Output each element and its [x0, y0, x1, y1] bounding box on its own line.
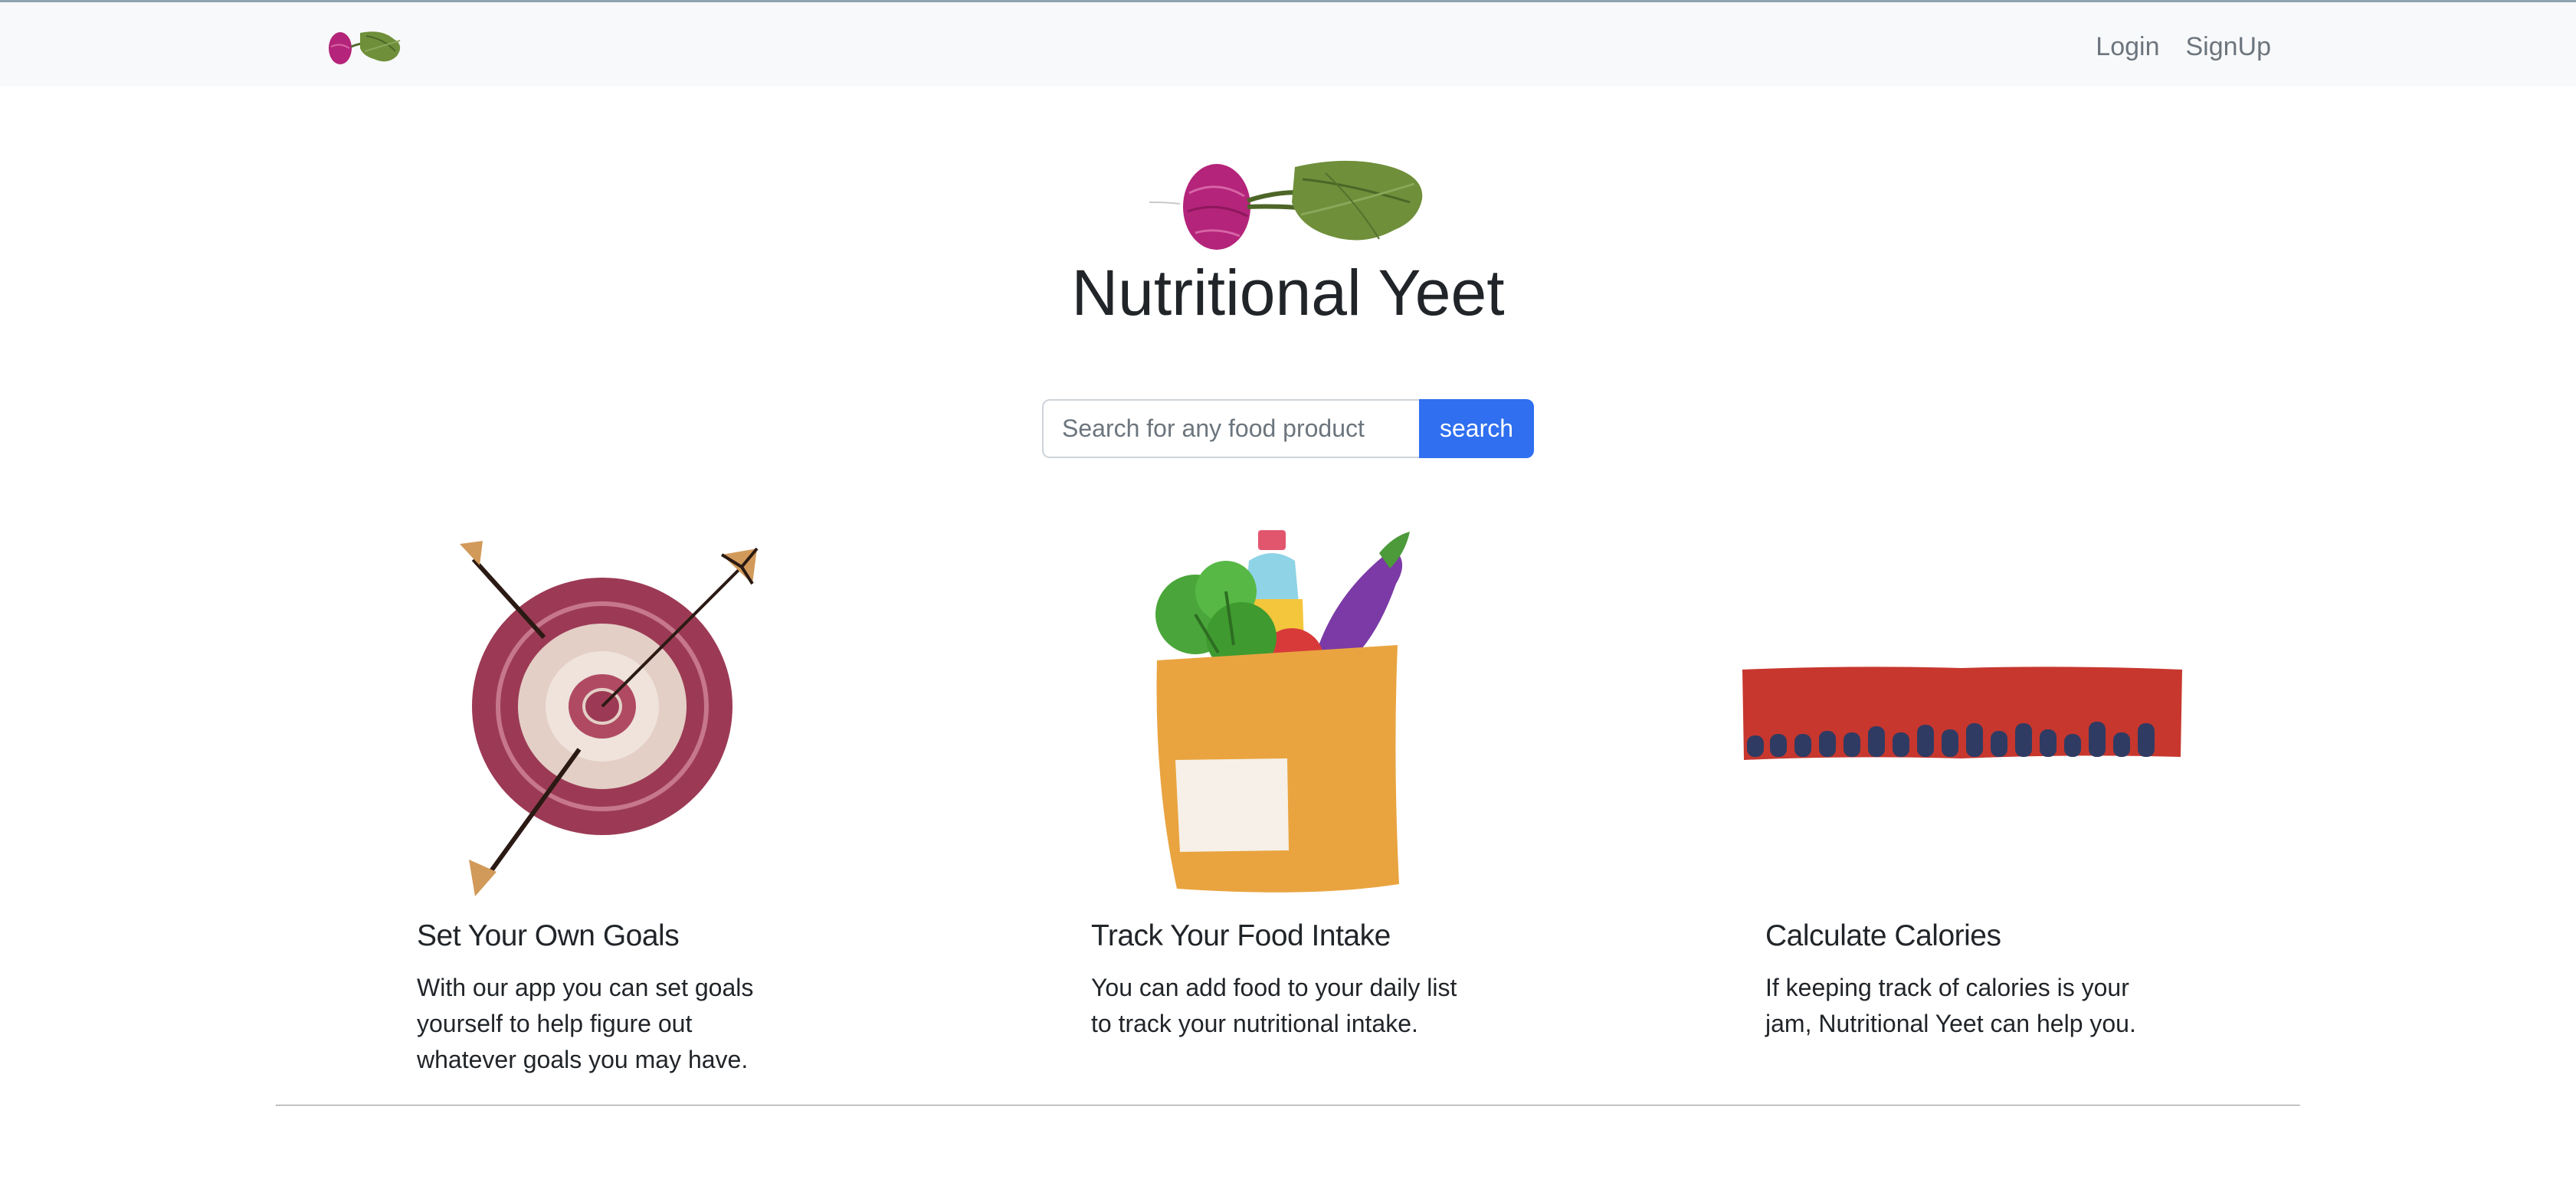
search-input[interactable] — [1042, 399, 1419, 458]
feature-description: If keeping track of calories is your jam… — [1765, 970, 2194, 1042]
search-bar: search — [1042, 399, 1534, 458]
feature-description-line: yourself to help figure out — [417, 1010, 693, 1037]
feature-description-line: whatever goals you may have. — [417, 1046, 749, 1073]
beet-icon[interactable] — [320, 25, 406, 71]
feature-description-line: jam, Nutritional Yeet can help you. — [1765, 1010, 2136, 1037]
site-title: Nutritional Yeet — [1071, 257, 1505, 329]
feature-description-line: You can add food to your daily list — [1091, 974, 1457, 1001]
signup-link[interactable]: SignUp — [2185, 30, 2271, 64]
feature-description-line: With our app you can set goals — [417, 974, 754, 1001]
grocery-bag-icon — [1155, 530, 1410, 893]
feature-description-line: If keeping track of calories is your — [1765, 974, 2129, 1001]
navbar: Login SignUp — [0, 2, 2576, 87]
calorie-strip-icon — [1742, 667, 2182, 760]
login-link[interactable]: Login — [2096, 30, 2159, 64]
target-with-arrows-icon — [460, 541, 759, 896]
search-button[interactable]: search — [1419, 399, 1534, 458]
section-divider — [276, 1105, 2300, 1106]
feature-title: Calculate Calories — [1765, 919, 2001, 952]
feature-description: With our app you can set goals yourself … — [417, 970, 815, 1078]
feature-description: You can add food to your daily list to t… — [1091, 970, 1520, 1042]
feature-title: Set Your Own Goals — [417, 919, 680, 952]
feature-title: Track Your Food Intake — [1091, 919, 1391, 952]
feature-description-line: to track your nutritional intake. — [1091, 1010, 1418, 1037]
beet-icon — [1149, 160, 1423, 250]
nav-links: Login SignUp — [2096, 30, 2271, 64]
